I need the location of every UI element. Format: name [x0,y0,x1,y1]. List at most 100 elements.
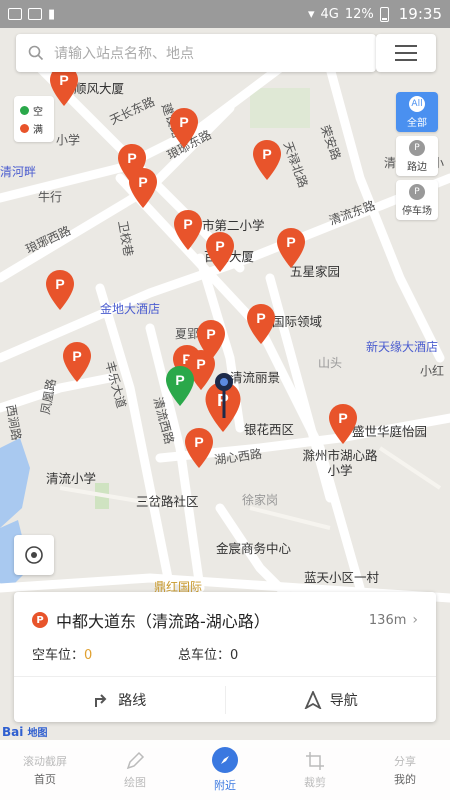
filter-roadside-label: 路边 [407,161,427,173]
parking-pin-empty[interactable]: P [166,366,194,406]
route-button[interactable]: 路线 [14,678,225,722]
parking-pin-full[interactable]: P [50,66,78,106]
parking-pin-full[interactable]: P [63,342,91,382]
map-label: 国际领域 [272,314,323,329]
map-label: 小学 [56,133,81,147]
menu-button[interactable] [376,34,436,72]
map-label: 银花西区 [244,422,295,437]
network-label: 4G [320,6,339,22]
nav-ghost-label: 绘图 [124,776,146,789]
svg-text:P: P [338,410,347,426]
svg-text:P: P [256,310,265,326]
parking-info-card[interactable]: P 中都大道东（清流路-湖心路） 136m › 空车位：0 总车位：0 路线 导… [14,592,436,722]
search-placeholder: 请输入站点名称、地点 [54,46,194,62]
map-label: 三岔路社区 [136,494,199,509]
filter-roadside-button[interactable]: P 路边 [396,136,438,176]
clock: 19:35 [398,5,442,23]
parking-icon: P [409,139,425,156]
map-label: 徐家岗 [242,493,279,507]
nav-home[interactable]: 滚动截屏 首页 [0,740,90,800]
full-dot-icon [20,123,29,133]
parking-pin-full[interactable]: P [46,270,74,310]
navigation-arrow-icon [304,691,322,709]
chevron-right-icon[interactable]: › [412,612,418,628]
battery-icon [379,6,389,22]
filter-all-button[interactable]: All 全部 [396,92,438,132]
total-spaces-label: 总车位： [178,648,231,663]
svg-text:P: P [179,114,188,130]
image-icon [28,8,42,20]
menu-icon [395,45,417,61]
map-label: 牛行 [38,190,63,204]
map-label: 金地大酒店 [100,302,161,316]
parking-pin-full[interactable]: P [253,140,281,180]
parking-pin-full[interactable]: P [329,404,357,444]
empty-spaces-value: 0 [84,648,93,663]
svg-text:P: P [262,146,271,162]
current-location-icon [215,373,233,418]
pencil-icon [126,751,145,770]
svg-text:P: P [72,348,81,364]
map-label: 小红 [420,364,445,378]
map-label: 新天缘大酒店 [366,340,439,354]
parking-pin-full[interactable]: P [185,428,213,468]
nav-crop[interactable]: 裁剪 [270,740,360,800]
nav-ghost-label: 分享 [394,755,416,768]
map-label: 蓝天小区一村 [304,570,380,585]
map-label: 清 [384,156,397,170]
wifi-icon: ▾ [307,6,315,22]
map-label: 金宸商务中心 [216,541,292,556]
map-label: 盛世华庭怡园 [352,424,428,439]
svg-text:P: P [196,356,205,372]
parking-name: 中都大道东（清流路-湖心路） [56,612,270,631]
parking-pin-full[interactable]: P [129,168,157,208]
navigate-button[interactable]: 导航 [226,678,437,722]
nav-home-label: 首页 [34,773,56,786]
parking-pin-full[interactable]: P [277,228,305,268]
nav-nearby-label: 附近 [214,779,236,792]
nav-mine[interactable]: 分享 我的 [360,740,450,800]
svg-text:P: P [206,326,215,342]
empty-spaces-label: 空车位： [32,648,85,663]
locate-me-button[interactable] [14,535,54,575]
parking-icon: P [409,183,425,200]
map-label: 清河畔 [0,165,37,179]
parking-pin-full[interactable]: P [174,210,202,250]
svg-text:P: P [215,238,224,254]
map-label: 顺风大厦 [74,81,125,96]
image-icon [8,8,22,20]
availability-legend: 空 满 [14,96,54,142]
parking-pin-full[interactable]: P [247,304,275,344]
target-icon [25,546,43,564]
svg-text:P: P [175,372,184,388]
map-label: 山头 [318,356,343,370]
filter-parking-lot-button[interactable]: P 停车场 [396,180,438,220]
svg-text:P: P [127,150,136,166]
parking-pin-full[interactable]: P [206,232,234,272]
parking-icon: P [32,612,48,628]
filter-all-label: 全部 [407,117,427,129]
nav-nearby[interactable]: 附近 [180,740,270,800]
bottom-navigation: 滚动截屏 首页 绘图 附近 裁剪 分享 我的 [0,740,450,800]
map-label: 夏郢 [175,327,200,341]
legend-empty-label: 空 [33,106,43,118]
search-bar[interactable]: 请输入站点名称、地点 [16,34,376,72]
divider [14,676,436,677]
notification-icon: ▮ [48,6,56,22]
empty-dot-icon [20,105,29,115]
route-icon [95,694,107,707]
legend-full-label: 满 [33,124,43,136]
parking-pin-full[interactable]: P [170,108,198,148]
navigate-label: 导航 [329,693,358,709]
filter-parking-lot-label: 停车场 [402,205,432,217]
filter-panel: All 全部 P 路边 P 停车场 [396,92,438,220]
compass-icon [212,747,238,773]
nav-ghost-label: 滚动截屏 [23,755,67,768]
crop-icon [306,752,324,770]
nav-draw[interactable]: 绘图 [90,740,180,800]
search-icon [28,45,44,61]
route-label: 路线 [118,693,147,709]
svg-text:P: P [286,234,295,250]
map-label: 滁州市湖心路小学 [302,448,378,478]
nav-ghost-label: 裁剪 [304,776,326,789]
